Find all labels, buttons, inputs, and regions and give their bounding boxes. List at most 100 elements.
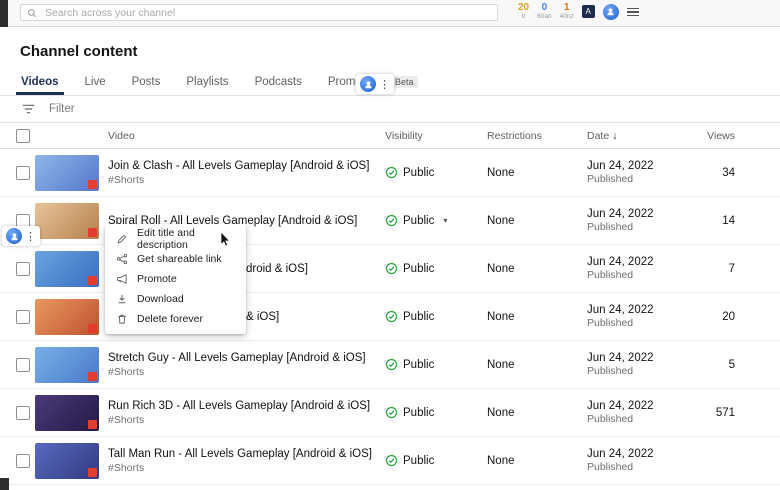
menu-item-promote[interactable]: Promote <box>105 269 246 289</box>
tab-podcasts[interactable]: Podcasts <box>242 69 315 95</box>
table-row[interactable]: Stretch Guy - All Levels Gameplay [Andro… <box>0 341 780 389</box>
row-checkbox[interactable] <box>16 405 30 420</box>
search-input[interactable] <box>43 5 491 20</box>
video-thumbnail[interactable] <box>35 298 99 335</box>
channel-avatar[interactable] <box>6 228 22 244</box>
upload-stat: 20 t/ <box>518 3 529 21</box>
tab-live[interactable]: Live <box>72 69 119 95</box>
channel-avatar[interactable] <box>602 3 619 20</box>
restrictions-cell: None <box>487 214 515 227</box>
video-subtitle: #Shorts <box>108 461 145 474</box>
video-thumbnail[interactable] <box>35 250 99 287</box>
row-checkbox[interactable] <box>16 453 30 468</box>
date-cell: Jun 24, 2022 Published <box>587 448 697 473</box>
visibility-label: Public <box>403 358 435 371</box>
filter-icon[interactable] <box>22 104 35 114</box>
upload-stat: 1 40nz <box>560 3 574 21</box>
tab-label: Playlists <box>186 76 229 88</box>
video-title[interactable]: Join & Clash - All Levels Gameplay [Andr… <box>108 160 385 172</box>
public-visibility-icon <box>385 454 398 467</box>
public-visibility-icon <box>385 262 398 275</box>
tab-posts[interactable]: Posts <box>119 69 174 95</box>
person-icon <box>10 232 18 240</box>
video-title[interactable]: Stretch Guy - All Levels Gameplay [Andro… <box>108 352 385 364</box>
visibility-label: Public <box>403 214 435 227</box>
table-row[interactable]: Run Rich 3D - All Levels Gameplay [Andro… <box>0 389 780 437</box>
date-value: Jun 24, 2022 <box>587 256 654 268</box>
date-status: Published <box>587 221 634 233</box>
column-date[interactable]: Date ↓ <box>587 130 697 142</box>
visibility-label: Public <box>403 310 435 323</box>
date-cell: Jun 24, 2022 Published <box>587 256 697 281</box>
row-checkbox[interactable] <box>16 261 30 276</box>
visibility-dropdown-caret[interactable]: ▾ <box>443 216 447 225</box>
search-box[interactable] <box>20 4 498 21</box>
thumbnail-logo <box>88 419 97 429</box>
restrictions-cell: None <box>487 310 515 323</box>
menu-item-download[interactable]: Download <box>105 289 246 309</box>
menu-item-delete-forever[interactable]: Delete forever <box>105 309 246 329</box>
thumbnail-logo <box>88 371 97 381</box>
video-title[interactable]: Tall Man Run - All Levels Gameplay [Andr… <box>108 448 385 460</box>
menu-item-label: Delete forever <box>137 313 203 325</box>
person-icon <box>607 8 614 16</box>
row-checkbox[interactable] <box>16 165 30 180</box>
stat-value: 1 <box>563 2 570 13</box>
video-thumbnail[interactable] <box>35 394 99 431</box>
date-status: Published <box>587 413 634 425</box>
video-options-context-menu: Edit title and description Get shareable… <box>105 224 246 334</box>
video-thumbnail[interactable] <box>35 442 99 479</box>
filter-label[interactable]: Filter <box>49 103 75 115</box>
visibility-cell: Public <box>385 166 487 179</box>
tab-label: Live <box>84 76 106 88</box>
video-watermark-card[interactable]: ⋮ <box>356 74 394 94</box>
select-all-checkbox[interactable] <box>16 128 30 143</box>
video-thumbnail[interactable] <box>35 346 99 383</box>
video-watermark-card[interactable]: ⋮ <box>2 226 40 246</box>
kebab-menu-icon[interactable]: ⋮ <box>379 78 390 91</box>
menu-item-edit-title-and-description[interactable]: Edit title and description <box>105 227 246 251</box>
video-thumbnail[interactable] <box>35 154 99 191</box>
table-row[interactable]: Join & Clash - All Levels Gameplay [Andr… <box>0 149 780 197</box>
views-cell: 7 <box>728 262 735 275</box>
date-cell: Jun 24, 2022 Published <box>587 400 697 425</box>
upload-stat: 0 60an <box>537 3 551 21</box>
video-title[interactable]: Run Rich 3D - All Levels Gameplay [Andro… <box>108 400 385 412</box>
table-row[interactable]: Tall Man Run - All Levels Gameplay [Andr… <box>0 437 780 485</box>
visibility-label: Public <box>403 262 435 275</box>
row-checkbox[interactable] <box>16 309 30 324</box>
sort-desc-icon: ↓ <box>612 129 618 142</box>
stat-label: 60an <box>537 13 552 20</box>
stat-label: 40nz <box>559 13 574 20</box>
visibility-cell: Public <box>385 310 487 323</box>
public-visibility-icon <box>385 214 398 227</box>
restrictions-cell: None <box>487 358 515 371</box>
visibility-cell: Public <box>385 406 487 419</box>
app-badge: A <box>581 5 595 19</box>
visibility-cell: Public ▾ <box>385 214 487 227</box>
menu-item-get-shareable-link[interactable]: Get shareable link <box>105 249 246 269</box>
public-visibility-icon <box>385 166 398 179</box>
tab-label: Posts <box>131 76 161 88</box>
menu-hamburger-icon[interactable] <box>626 7 639 16</box>
row-checkbox[interactable] <box>16 357 30 372</box>
kebab-menu-icon[interactable]: ⋮ <box>25 230 36 243</box>
restrictions-cell: None <box>487 454 515 467</box>
thumbnail-logo <box>88 275 97 285</box>
topbar-status-cluster: 20 t/ 0 60an 1 40nz A <box>518 3 639 21</box>
restrictions-cell: None <box>487 406 515 419</box>
visibility-cell: Public <box>385 454 487 467</box>
channel-avatar[interactable] <box>360 76 376 92</box>
search-icon <box>28 8 37 17</box>
visibility-label: Public <box>403 454 435 467</box>
public-visibility-icon <box>385 358 398 371</box>
tab-playlists[interactable]: Playlists <box>173 69 241 95</box>
thumbnail-logo <box>88 323 97 333</box>
tab-videos[interactable]: Videos <box>8 69 72 95</box>
video-title-fragment[interactable]: & iOS] <box>246 311 385 323</box>
video-thumbnail[interactable] <box>35 202 99 239</box>
date-cell: Jun 24, 2022 Published <box>587 304 697 329</box>
date-status: Published <box>587 461 634 473</box>
video-title-fragment[interactable]: droid & iOS] <box>246 263 385 275</box>
visibility-label: Public <box>403 406 435 419</box>
